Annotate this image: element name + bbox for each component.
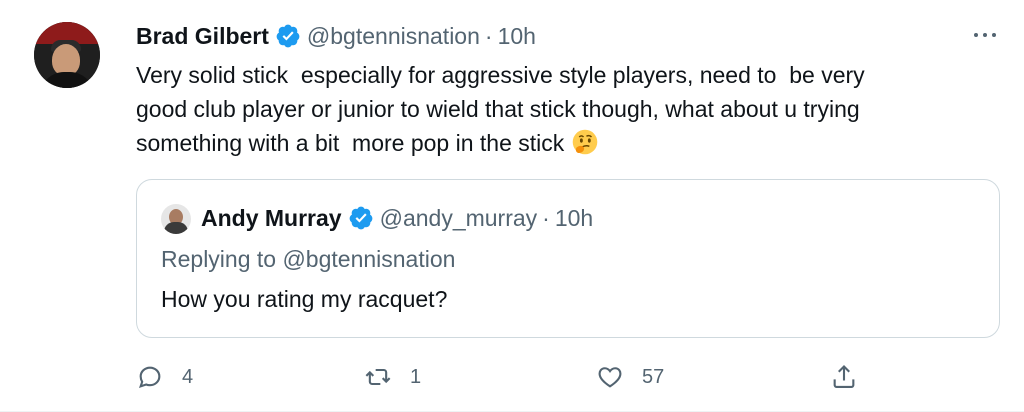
- author-avatar[interactable]: [34, 22, 100, 88]
- thinking-face-emoji-icon: [572, 129, 598, 155]
- retweet-count: 1: [410, 365, 422, 388]
- share-icon: [833, 365, 855, 388]
- tweet-actions: 4 1 57: [136, 360, 996, 394]
- reply-icon: [139, 366, 161, 389]
- replying-to-text: Replying to @bgtennisnation: [161, 246, 456, 272]
- quoted-tweet-header: Andy Murray @andy_murray · 10h: [201, 202, 593, 234]
- tweet-text-line-3: something with a bit more pop in the sti…: [136, 126, 996, 160]
- author-handle[interactable]: @bgtennisnation: [307, 23, 480, 50]
- tweet-text-line-1: Very solid stick especially for aggressi…: [136, 62, 865, 88]
- heart-icon: [598, 367, 622, 388]
- reply-count: 4: [182, 365, 194, 388]
- separator-dot: ·: [542, 204, 550, 231]
- quoted-tweet-time[interactable]: 10h: [555, 205, 593, 232]
- quoted-tweet-text: How you rating my racquet?: [161, 286, 448, 312]
- retweet-button[interactable]: 1: [364, 360, 421, 394]
- more-horizontal-icon[interactable]: [970, 24, 1000, 46]
- quoted-author-avatar[interactable]: [161, 204, 191, 234]
- tweet[interactable]: Brad Gilbert @bgtennisnation · 10h Very …: [0, 0, 1024, 412]
- author-name[interactable]: Brad Gilbert: [136, 23, 269, 50]
- tweet-text-line-2: good club player or junior to wield that…: [136, 96, 860, 122]
- quoted-author-name[interactable]: Andy Murray: [201, 205, 342, 232]
- tweet-time[interactable]: 10h: [498, 23, 536, 50]
- like-count: 57: [642, 365, 665, 388]
- like-button[interactable]: 57: [596, 360, 664, 394]
- share-button[interactable]: [830, 360, 858, 394]
- tweet-header: Brad Gilbert @bgtennisnation · 10h: [136, 20, 536, 52]
- tweet-text: Very solid stick especially for aggressi…: [136, 58, 996, 160]
- quoted-author-handle[interactable]: @andy_murray: [380, 205, 538, 232]
- separator-dot: ·: [484, 22, 493, 49]
- verified-badge-icon: [349, 206, 372, 230]
- reply-button[interactable]: 4: [136, 360, 193, 394]
- quoted-tweet[interactable]: Andy Murray @andy_murray · 10h Replying …: [136, 179, 1000, 338]
- retweet-icon: [365, 368, 391, 386]
- verified-badge-icon: [276, 24, 300, 48]
